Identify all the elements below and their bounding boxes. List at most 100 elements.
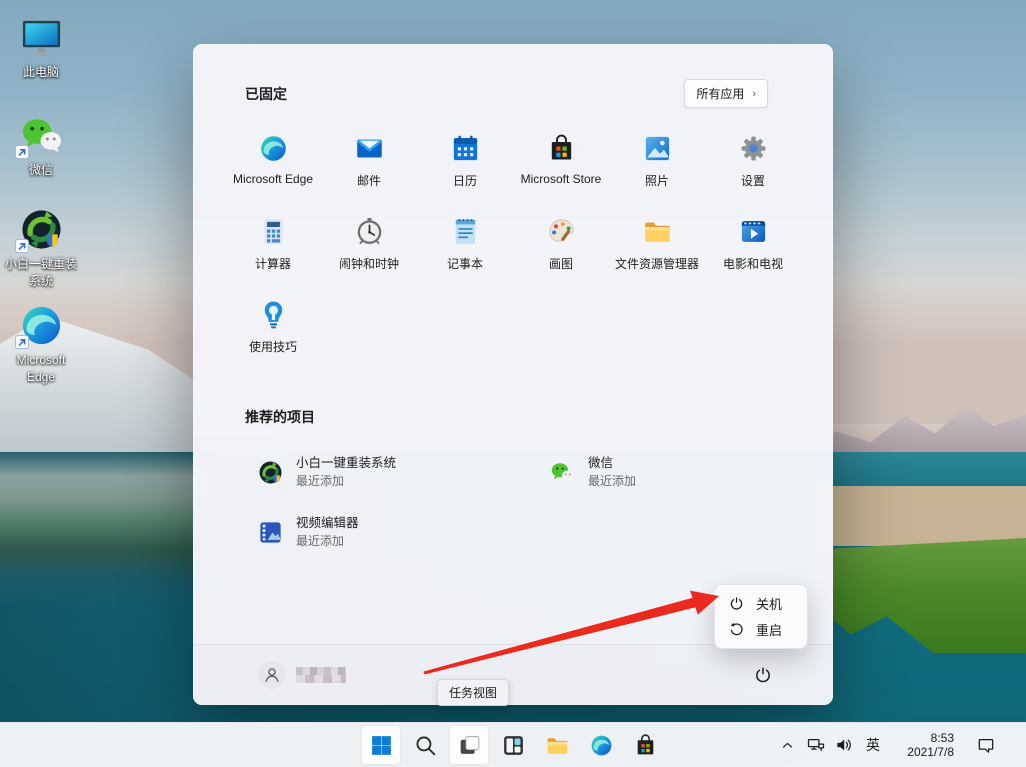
start-menu-user-bar xyxy=(193,644,833,705)
store-icon xyxy=(633,733,658,758)
movies-icon xyxy=(738,216,769,247)
pinned-app-movies[interactable]: 电影和电视 xyxy=(705,204,801,287)
tray-input-method-indicator[interactable]: 英 xyxy=(866,735,880,755)
taskbar-file-explorer-button[interactable] xyxy=(537,725,577,765)
recommended-item-subtitle: 最近添加 xyxy=(588,474,636,488)
desktop-icon-xiaobai-reinstall[interactable]: 小白一键重装系统 xyxy=(2,206,80,290)
pinned-app-label: 设置 xyxy=(741,172,765,189)
store-icon xyxy=(546,133,577,164)
tray-time: 8:53 xyxy=(896,731,954,745)
recommended-item-xiaobai[interactable]: 小白一键重装系统最近添加 xyxy=(257,442,549,502)
desktop-icon-wechat[interactable]: 微信 xyxy=(2,112,80,179)
taskbar-store-button[interactable] xyxy=(625,725,665,765)
wechat-icon xyxy=(549,459,576,486)
tray-network-icon[interactable] xyxy=(806,735,826,755)
user-icon xyxy=(262,665,282,685)
pinned-app-photos[interactable]: 照片 xyxy=(609,121,705,204)
desktop-icon-label: 此电脑 xyxy=(23,64,59,81)
taskbar-start-button[interactable] xyxy=(361,725,401,765)
chevron-right-icon: › xyxy=(752,88,756,100)
pinned-app-label: 使用技巧 xyxy=(249,338,297,355)
pinned-apps-grid: Microsoft Edge 邮件 日历 Microsoft Store 照片设置计算器… xyxy=(225,121,801,370)
tray-chevron-up-icon[interactable] xyxy=(780,738,795,753)
task-view-tooltip: 任务视图 xyxy=(437,679,509,706)
desktop-icon-image xyxy=(18,302,65,349)
pinned-app-label: 日历 xyxy=(453,172,477,189)
pinned-app-label: 闹钟和时钟 xyxy=(339,255,399,272)
pinned-app-tips[interactable]: 使用技巧 xyxy=(225,287,321,370)
shortcut-arrow-icon xyxy=(15,335,29,349)
tray-clock[interactable]: 8:53 2021/7/8 xyxy=(896,731,954,759)
pinned-app-calendar[interactable]: 日历 xyxy=(417,121,513,204)
taskbar-edge-button[interactable] xyxy=(581,725,621,765)
taskbar: 英 8:53 2021/7/8 xyxy=(0,722,1026,767)
pinned-section-title: 已固定 xyxy=(245,84,287,104)
avatar xyxy=(258,661,286,689)
pinned-app-label: Microsoft Edge xyxy=(233,172,313,186)
pinned-app-edge[interactable]: Microsoft Edge xyxy=(225,121,321,204)
user-account-button[interactable] xyxy=(258,661,346,689)
recommended-item-title: 小白一键重装系统 xyxy=(296,456,396,471)
tray-notification-icon[interactable] xyxy=(976,735,996,755)
system-tray: 英 8:53 2021/7/8 xyxy=(773,723,1026,767)
pinned-app-store[interactable]: Microsoft Store xyxy=(513,121,609,204)
desktop-icon-microsoft-edge[interactable]: Microsoft Edge xyxy=(2,302,80,386)
pinned-app-paint[interactable]: 画图 xyxy=(513,204,609,287)
pinned-app-calculator[interactable]: 计算器 xyxy=(225,204,321,287)
power-icon xyxy=(754,666,772,684)
desktop-icon-image xyxy=(18,14,65,61)
recommended-section-title: 推荐的项目 xyxy=(245,407,315,427)
calendar-icon xyxy=(450,133,481,164)
power-button[interactable] xyxy=(746,658,780,692)
wallpaper-reflection-left xyxy=(0,452,215,607)
all-apps-label: 所有应用 xyxy=(696,85,744,102)
tray-volume-icon[interactable] xyxy=(834,735,854,755)
start-icon xyxy=(369,733,394,758)
pinned-app-notepad[interactable]: 记事本 xyxy=(417,204,513,287)
shortcut-arrow-icon xyxy=(15,239,29,253)
recommended-item-wechat[interactable]: 微信最近添加 xyxy=(549,442,787,502)
pinned-app-settings[interactable]: 设置 xyxy=(705,121,801,204)
recommended-item-subtitle: 最近添加 xyxy=(296,474,396,488)
recommended-item-title: 视频编辑器 xyxy=(296,516,359,531)
recommended-item-text: 小白一键重装系统最近添加 xyxy=(296,456,396,488)
this-pc-icon xyxy=(18,14,65,61)
pinned-app-label: Microsoft Store xyxy=(521,172,602,186)
pinned-app-clock[interactable]: 闹钟和时钟 xyxy=(321,204,417,287)
taskbar-task-view-button[interactable] xyxy=(449,725,489,765)
notepad-icon xyxy=(450,216,481,247)
settings-icon xyxy=(738,133,769,164)
pinned-app-label: 电影和电视 xyxy=(723,255,783,272)
edge-icon xyxy=(258,133,289,164)
taskbar-widgets-button[interactable] xyxy=(493,725,533,765)
taskbar-button-group xyxy=(361,725,665,765)
recommended-item-text: 微信最近添加 xyxy=(588,456,636,488)
desktop-icon-label: Microsoft Edge xyxy=(2,352,80,386)
desktop-icon-image xyxy=(18,112,65,159)
pinned-app-label: 邮件 xyxy=(357,172,381,189)
photos-icon xyxy=(642,133,673,164)
recommended-item-video-editor[interactable]: 视频编辑器最近添加 xyxy=(257,502,549,562)
task-view-icon xyxy=(457,733,482,758)
pinned-app-mail[interactable]: 邮件 xyxy=(321,121,417,204)
taskbar-search-button[interactable] xyxy=(405,725,445,765)
wallpaper-reeds-right xyxy=(815,486,1026,546)
power-menu-item-power[interactable]: 关机 xyxy=(720,591,802,616)
power-flyout-menu: 关机重启 xyxy=(714,584,808,649)
widgets-icon xyxy=(501,733,526,758)
paint-icon xyxy=(546,216,577,247)
folder-icon xyxy=(545,733,570,758)
user-name-redacted xyxy=(296,667,346,683)
recommended-item-text: 视频编辑器最近添加 xyxy=(296,516,359,548)
desktop-icon-this-pc[interactable]: 此电脑 xyxy=(2,14,80,81)
recommended-grid: 小白一键重装系统最近添加微信最近添加视频编辑器最近添加 xyxy=(257,442,787,562)
desktop-icon-label: 小白一键重装系统 xyxy=(2,256,80,290)
power-menu-item-restart[interactable]: 重启 xyxy=(720,617,802,642)
all-apps-button[interactable]: 所有应用 › xyxy=(684,79,768,108)
xiaobai-icon xyxy=(257,459,284,486)
restart-icon xyxy=(729,622,744,637)
desktop-icon-image xyxy=(18,206,65,253)
pinned-app-folder[interactable]: 文件资源管理器 xyxy=(609,204,705,287)
power-menu-item-label: 重启 xyxy=(756,620,782,639)
recommended-item-subtitle: 最近添加 xyxy=(296,534,359,548)
